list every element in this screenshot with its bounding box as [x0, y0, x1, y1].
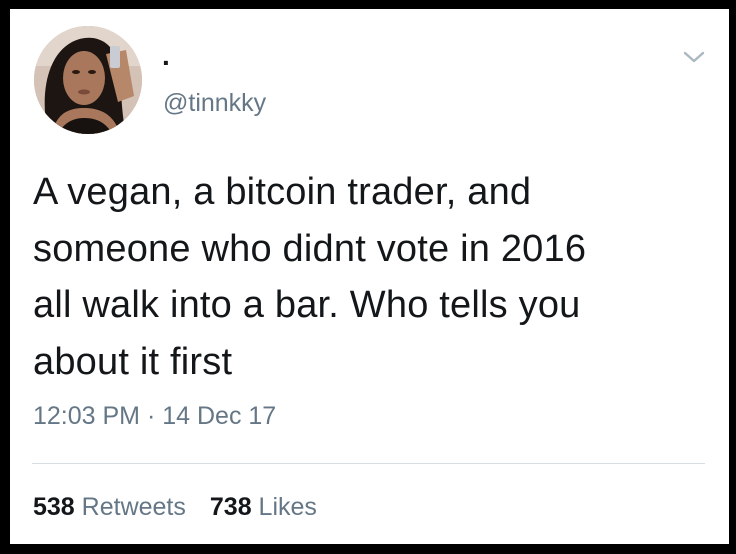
tweet-timestamp[interactable]: 12:03 PM · 14 Dec 17	[33, 401, 276, 431]
retweets-stat[interactable]: 538 Retweets	[33, 492, 186, 522]
likes-count: 738	[209, 493, 252, 521]
likes-stat[interactable]: 738 Likes	[210, 492, 317, 522]
tweet-time: 12:03 PM	[33, 402, 141, 430]
tweet-text: A vegan, a bitcoin trader, and someone w…	[33, 171, 587, 383]
tweet-date: 14 Dec 17	[162, 402, 277, 430]
user-handle[interactable]: @tinnkky	[163, 88, 266, 118]
display-name[interactable]: .	[162, 41, 170, 71]
engagement-stats: 538 Retweets 738 Likes	[33, 492, 317, 522]
avatar[interactable]	[34, 26, 142, 134]
retweets-label: Retweets	[74, 493, 186, 521]
divider	[32, 463, 705, 464]
retweets-count: 538	[33, 493, 75, 521]
profile-photo	[34, 26, 142, 134]
likes-label: Likes	[251, 493, 317, 521]
tweet-card: . @tinnkky A vegan, a bitcoin trader, an…	[10, 9, 729, 544]
chevron-down-icon[interactable]	[682, 48, 706, 66]
timestamp-separator: ·	[140, 402, 163, 430]
